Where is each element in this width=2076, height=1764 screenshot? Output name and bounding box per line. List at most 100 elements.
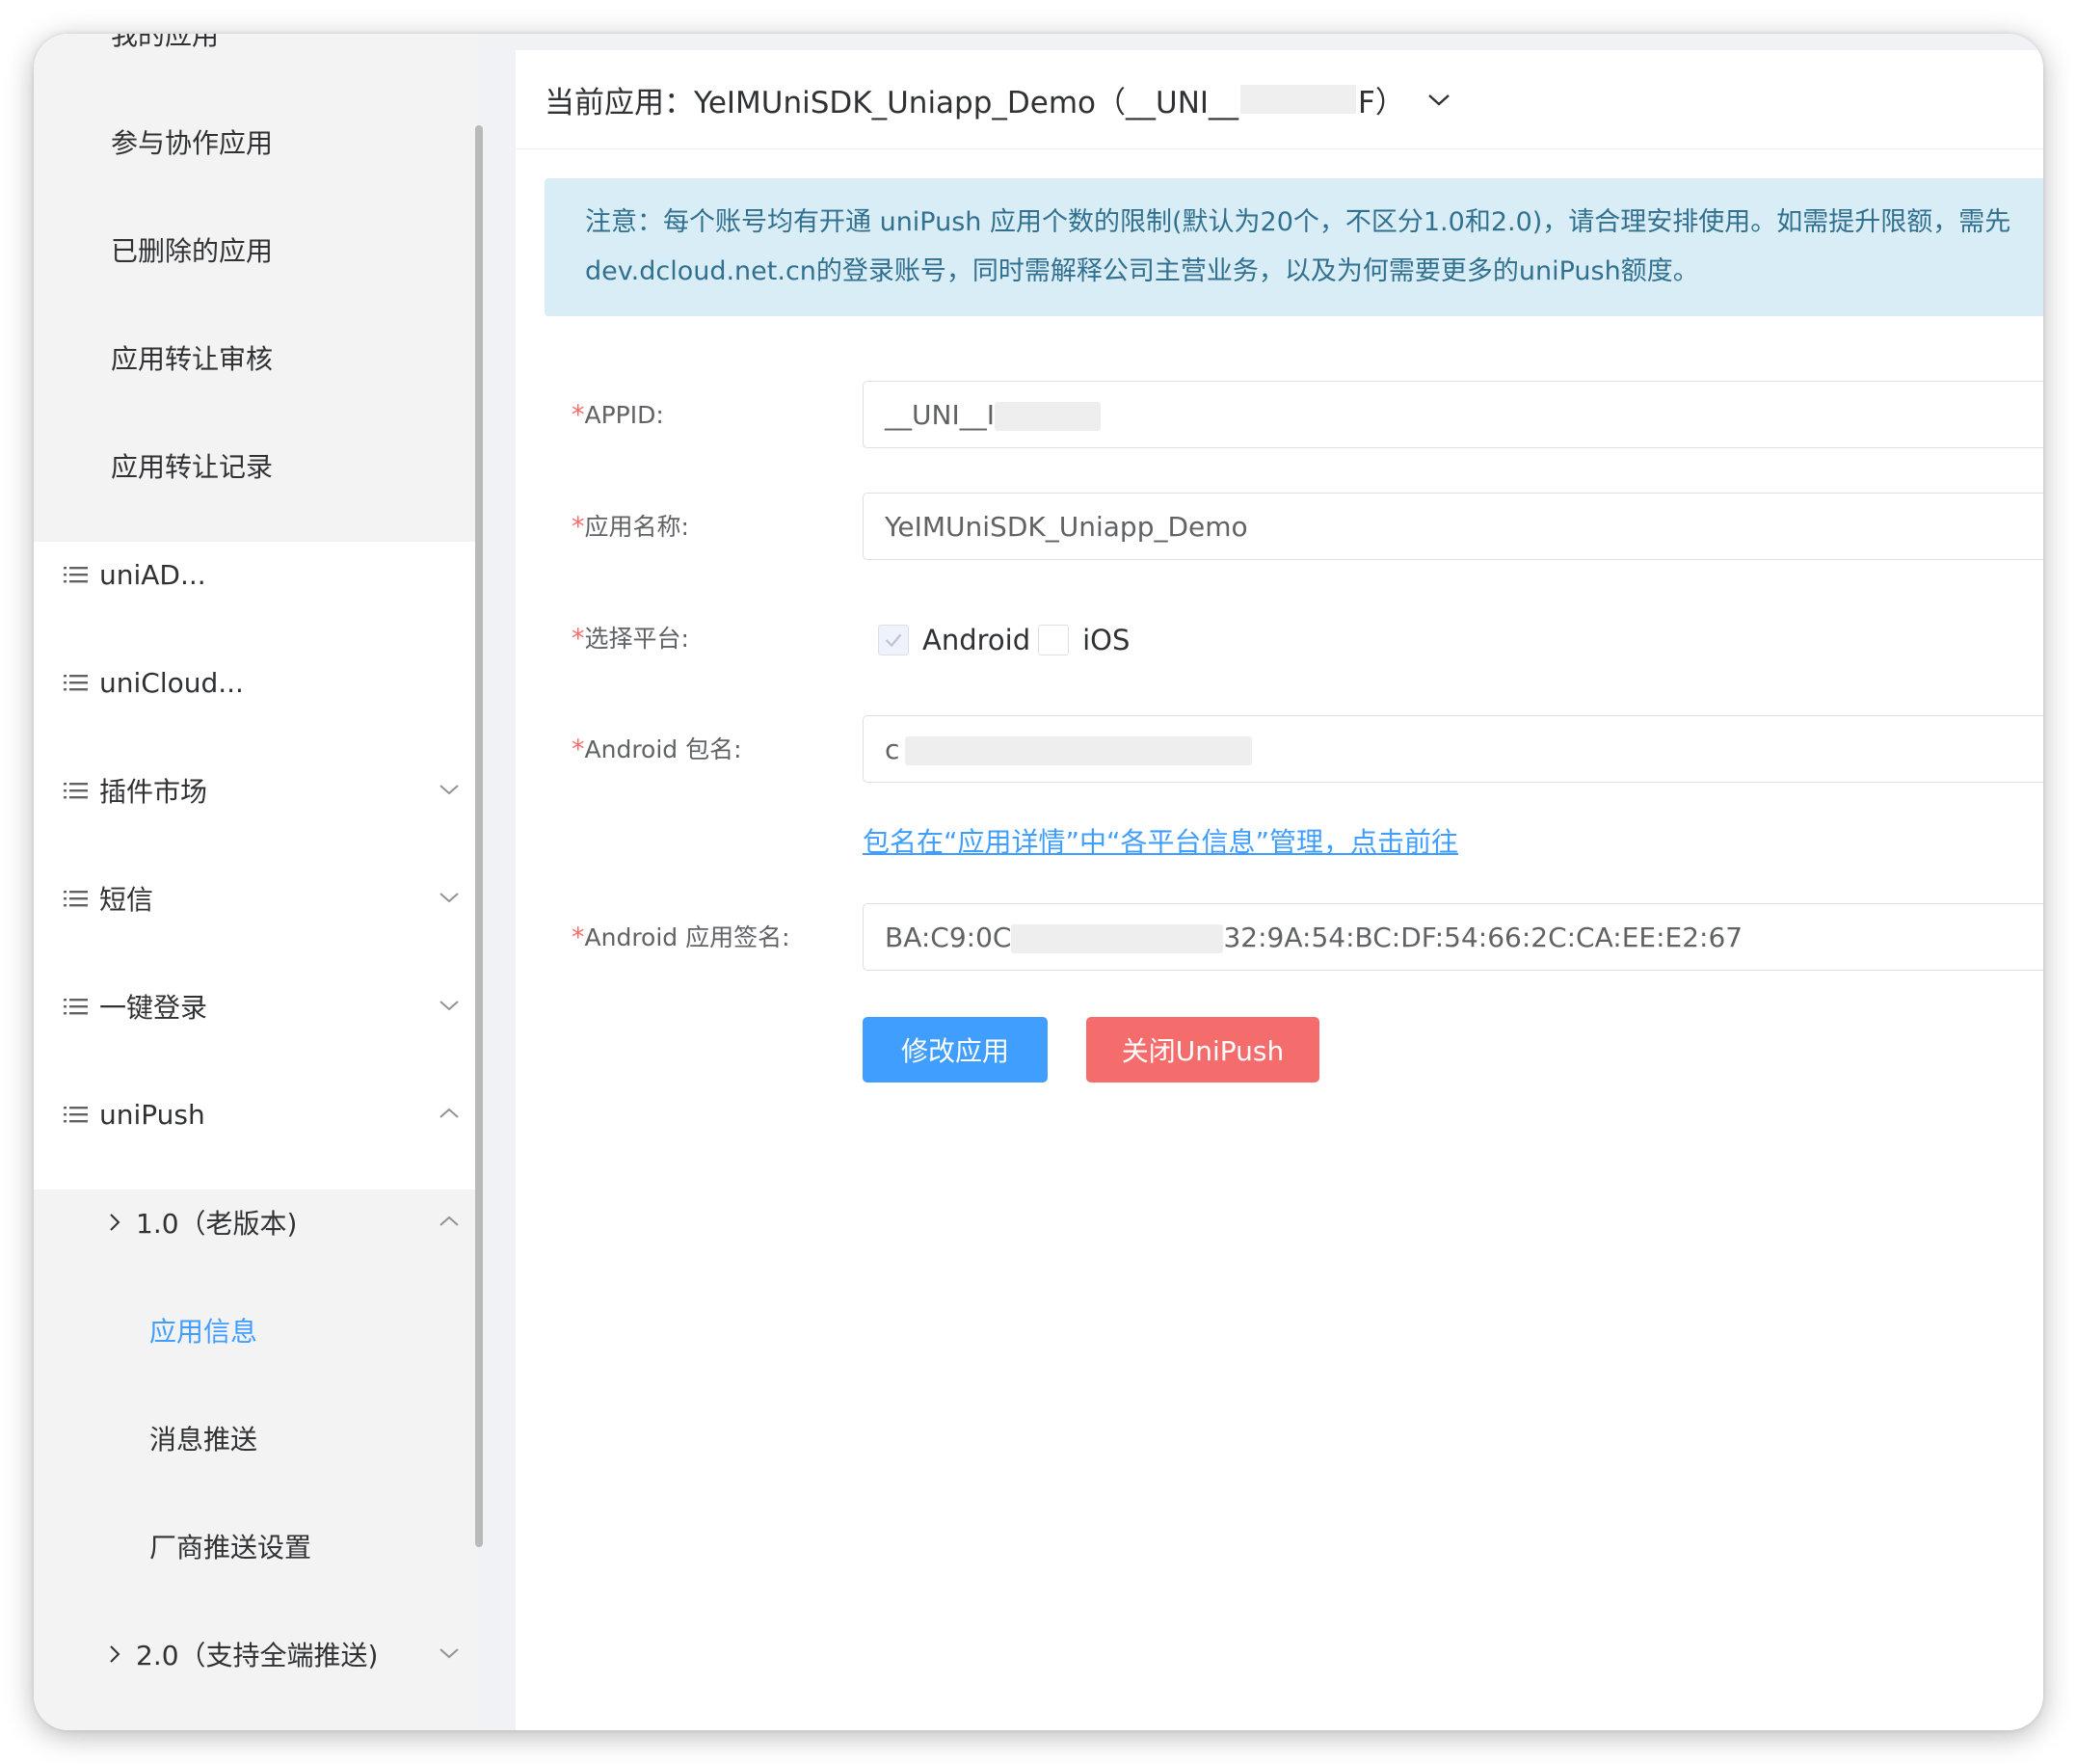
sidebar-item-uniad[interactable]: uniAD... <box>34 521 477 628</box>
modify-app-button[interactable]: 修改应用 <box>863 1017 1048 1082</box>
sidebar-item-unicloud[interactable]: uniCloud... <box>34 628 477 736</box>
ios-option-label[interactable]: iOS <box>1082 624 1130 656</box>
android-signature-row: *Android 应用签名: BA:C9:0C 32:9A:54:BC:DF:54… <box>545 903 2043 973</box>
checkmark-icon <box>885 633 902 647</box>
list-icon <box>64 891 88 907</box>
android-package-row: *Android 包名: c <box>545 715 2043 785</box>
sidebar-scrollbar[interactable] <box>475 125 483 1547</box>
sidebar-item-label: 参与协作应用 <box>111 127 274 159</box>
list-icon <box>64 567 88 583</box>
chevron-down-icon <box>439 1001 459 1011</box>
app-name-label-text: 应用名称: <box>584 513 689 541</box>
sidebar-item-label: uniAD... <box>99 558 206 591</box>
android-signature-label: *Android 应用签名: <box>572 903 790 973</box>
sidebar-item-my-apps[interactable]: 我的应用 <box>34 34 477 88</box>
list-icon <box>64 675 88 691</box>
app-name-field[interactable]: YeIMUniSDK_Uniapp_Demo <box>863 493 2043 560</box>
sidebar-item-label: 应用转让审核 <box>111 343 274 375</box>
sidebar-item-label: 消息推送 <box>149 1424 258 1456</box>
sidebar-item-label: 2.0（支持全端推送) <box>136 1640 379 1671</box>
android-signature-label-text: Android 应用签名: <box>584 923 790 951</box>
sidebar-item-unipush[interactable]: uniPush <box>34 1060 477 1168</box>
android-package-label: *Android 包名: <box>572 715 742 785</box>
redacted-signature <box>1011 924 1224 953</box>
sidebar-item-collab-apps[interactable]: 参与协作应用 <box>34 88 477 196</box>
platform-label-text: 选择平台: <box>584 625 689 653</box>
current-app-selector[interactable]: 当前应用：YeIMUniSDK_Uniapp_Demo（__UNI__ F） <box>516 50 2043 149</box>
android-signature-start: BA:C9:0C <box>885 922 1012 953</box>
app-name-row: *应用名称: YeIMUniSDK_Uniapp_Demo <box>545 493 2043 562</box>
app-name-label: *应用名称: <box>572 493 689 562</box>
app-name-value: YeIMUniSDK_Uniapp_Demo <box>885 511 1248 543</box>
close-unipush-button[interactable]: 关闭UniPush <box>1086 1017 1319 1082</box>
sidebar-item-label: 应用转让记录 <box>111 451 274 483</box>
chevron-down-icon <box>439 893 459 903</box>
redacted-app-id <box>1240 85 1357 114</box>
main-panel: 当前应用：YeIMUniSDK_Uniapp_Demo（__UNI__ F） 注… <box>516 50 2043 1730</box>
sidebar: 我的应用 参与协作应用 已删除的应用 应用转让审核 应用转让记录 uniAD..… <box>34 34 477 1730</box>
platform-label: *选择平台: <box>572 604 689 674</box>
browser-window: 我的应用 参与协作应用 已删除的应用 应用转让审核 应用转让记录 uniAD..… <box>34 34 2043 1730</box>
content-gutter <box>487 34 516 1730</box>
appid-row: *APPID: __UNI__I <box>545 381 2043 450</box>
appid-value: __UNI__I <box>885 399 995 431</box>
redacted-appid <box>994 402 1101 431</box>
list-icon <box>64 999 88 1015</box>
chevron-down-icon[interactable] <box>1426 87 1451 112</box>
sidebar-item-label: 厂商推送设置 <box>149 1532 312 1564</box>
android-package-field[interactable]: c <box>863 715 2043 783</box>
android-option-label[interactable]: Android <box>922 624 1030 656</box>
sidebar-item-label: 插件市场 <box>99 776 208 808</box>
android-package-value: c <box>885 734 900 765</box>
sidebar-item-plugin-market[interactable]: 插件市场 <box>34 736 477 844</box>
android-package-label-text: Android 包名: <box>584 735 742 763</box>
sidebar-item-label: 一键登录 <box>99 992 208 1024</box>
required-mark: * <box>572 400 585 430</box>
required-mark: * <box>572 922 585 952</box>
sidebar-item-label: 1.0（老版本) <box>136 1208 298 1240</box>
sidebar-item-transfer-review[interactable]: 应用转让审核 <box>34 304 477 412</box>
redacted-package <box>905 736 1253 765</box>
chevron-up-icon <box>439 1108 459 1118</box>
sidebar-item-label: 已删除的应用 <box>111 235 274 267</box>
chevron-right-icon <box>110 1645 120 1663</box>
notice-line-2: dev.dcloud.net.cn的登录账号，同时需解释公司主营业务，以及为何需… <box>585 256 1699 286</box>
sidebar-item-app-info[interactable]: 应用信息 <box>34 1276 477 1384</box>
required-mark: * <box>572 512 585 542</box>
sidebar-item-label: uniCloud... <box>99 666 244 699</box>
android-signature-end: 32:9A:54:BC:DF:54:66:2C:CA:EE:E2:67 <box>1223 922 1743 953</box>
sidebar-item-label: 短信 <box>99 884 154 916</box>
chevron-down-icon <box>439 1648 459 1659</box>
list-icon <box>64 783 88 799</box>
chevron-right-icon <box>110 1214 120 1231</box>
sidebar-item-deleted-apps[interactable]: 已删除的应用 <box>34 196 477 304</box>
current-app-suffix: F） <box>1358 85 1405 120</box>
chevron-up-icon <box>439 1216 459 1226</box>
platform-row: *选择平台: Android iOS <box>545 604 2043 674</box>
platform-options: Android iOS <box>878 604 1137 674</box>
package-manage-link[interactable]: 包名在“应用详情”中“各平台信息”管理，点击前往 <box>863 821 1458 860</box>
required-mark: * <box>572 735 585 764</box>
list-icon <box>64 1107 88 1123</box>
appid-label-text: APPID: <box>584 401 664 429</box>
sidebar-item-one-click-login[interactable]: 一键登录 <box>34 952 477 1060</box>
appid-label: *APPID: <box>572 381 664 450</box>
sidebar-item-message-push[interactable]: 消息推送 <box>34 1384 477 1492</box>
required-mark: * <box>572 624 585 654</box>
current-app-prefix: 当前应用：YeIMUniSDK_Uniapp_Demo（__UNI__ <box>545 85 1239 120</box>
ios-checkbox[interactable] <box>1038 624 1070 655</box>
appid-field[interactable]: __UNI__I <box>863 381 2043 448</box>
sidebar-item-label: 应用信息 <box>149 1316 258 1348</box>
sidebar-item-sms[interactable]: 短信 <box>34 844 477 952</box>
sidebar-item-label: 我的应用 <box>111 34 220 51</box>
notice-line-1: 注意：每个账号均有开通 uniPush 应用个数的限制(默认为20个，不区分1.… <box>585 207 2011 237</box>
sidebar-item-unipush-v1[interactable]: 1.0（老版本) <box>34 1168 477 1276</box>
sidebar-item-transfer-records[interactable]: 应用转让记录 <box>34 412 477 520</box>
android-checkbox[interactable] <box>878 624 909 655</box>
sidebar-item-label: uniPush <box>99 1098 205 1131</box>
sidebar-item-vendor-push-settings[interactable]: 厂商推送设置 <box>34 1492 477 1600</box>
sidebar-item-unipush-v2[interactable]: 2.0（支持全端推送) <box>34 1600 477 1708</box>
quota-notice: 注意：每个账号均有开通 uniPush 应用个数的限制(默认为20个，不区分1.… <box>545 178 2043 316</box>
android-signature-field[interactable]: BA:C9:0C 32:9A:54:BC:DF:54:66:2C:CA:EE:E2… <box>863 903 2043 971</box>
chevron-down-icon <box>439 785 459 795</box>
